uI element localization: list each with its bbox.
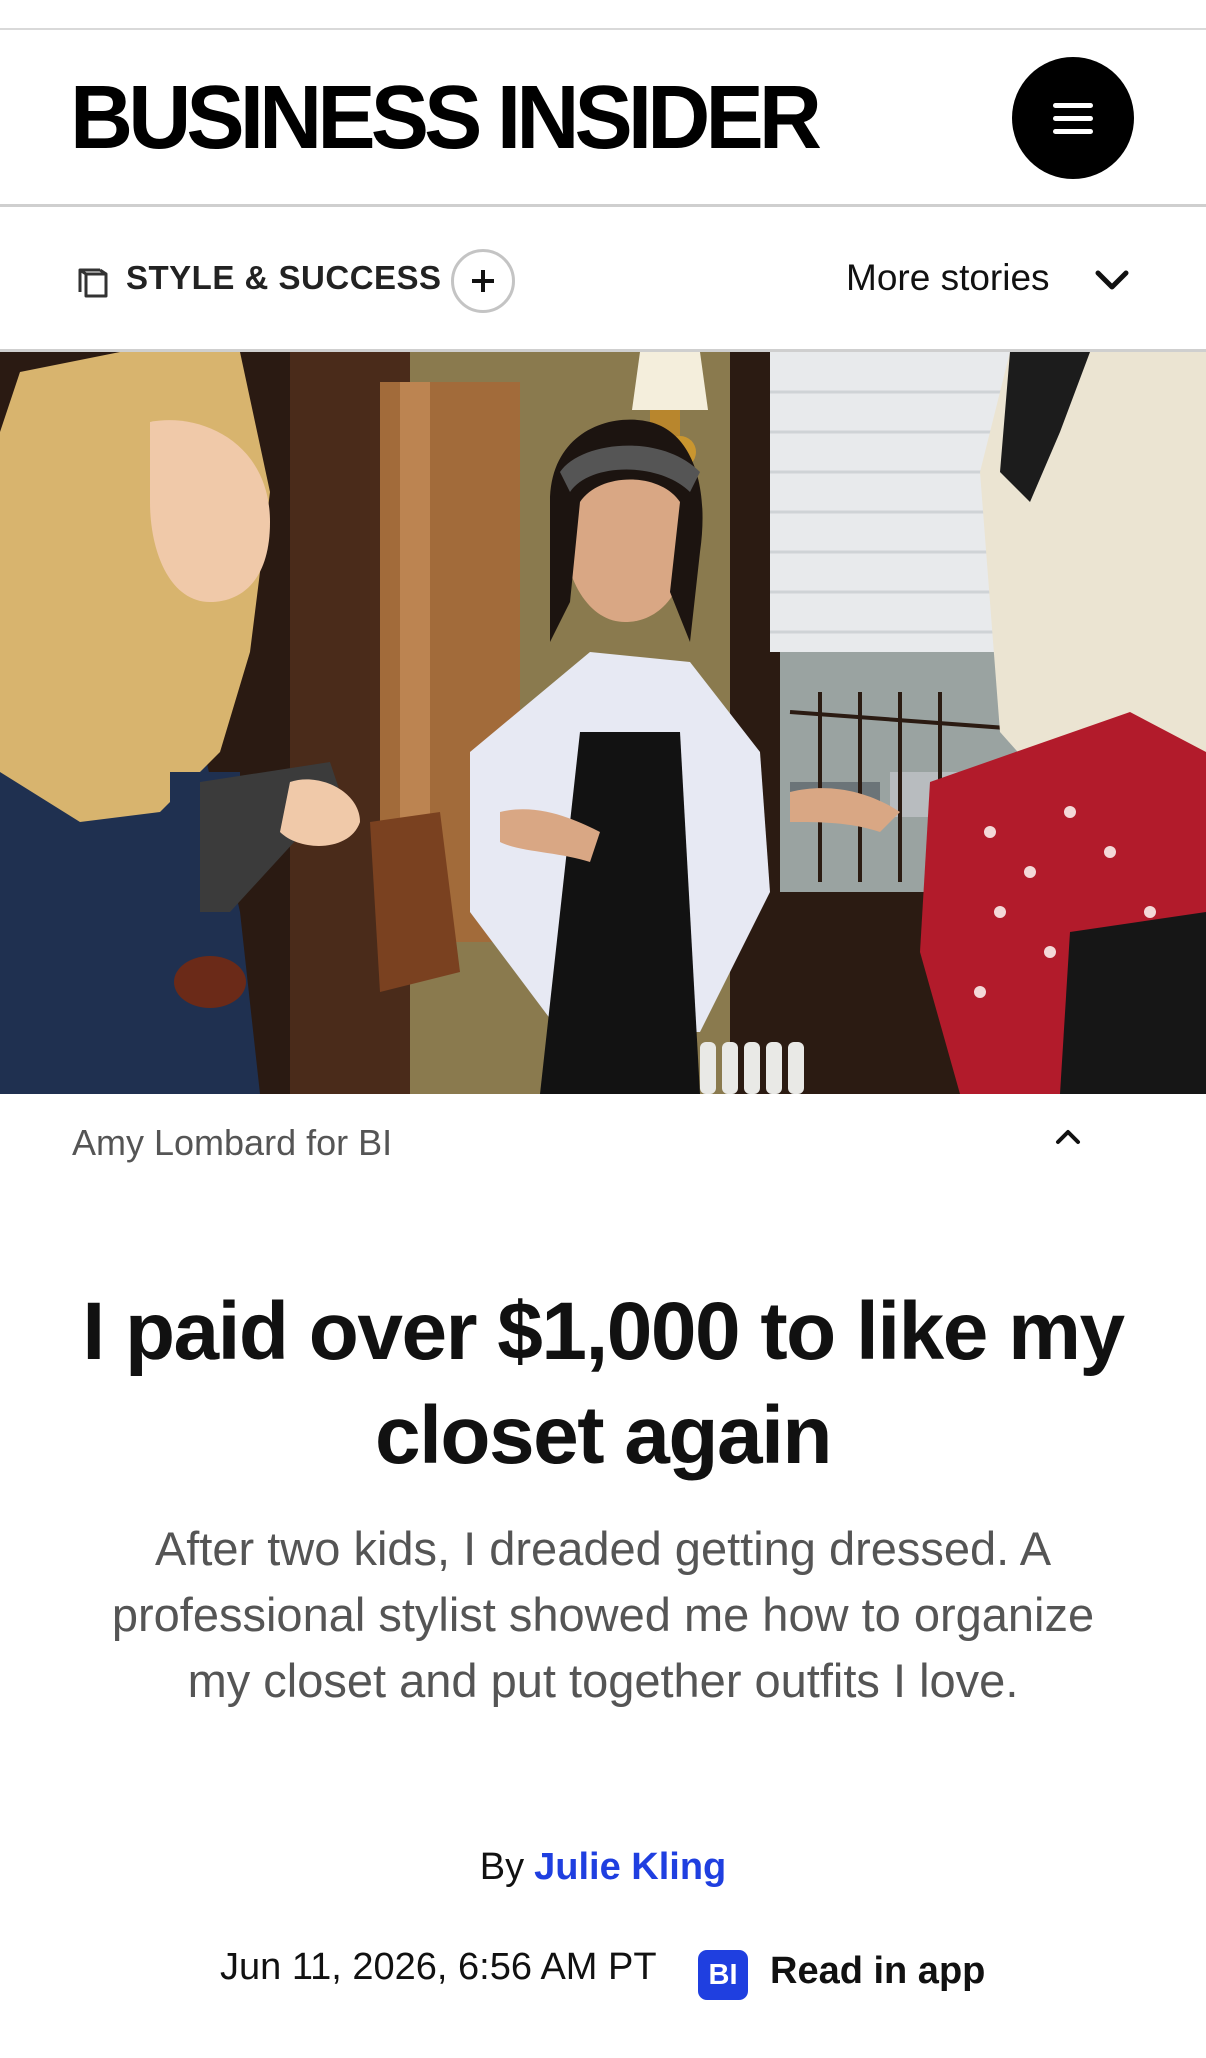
site-header: BUSINESS INSIDER [0,30,1206,206]
article-headline: I paid over $1,000 to like my closet aga… [82,1286,1125,1481]
section-bar: STYLE & SUCCESS More stories [0,207,1206,351]
follow-section-button[interactable] [451,249,515,313]
chevron-down-icon[interactable] [1092,267,1132,295]
section-label[interactable]: STYLE & SUCCESS [126,259,442,297]
layers-icon [78,268,108,298]
photo-credit: Amy Lombard for BI [72,1122,393,1163]
byline-prefix: By [479,1846,525,1888]
article-dek: After two kids, I dreaded getting dresse… [111,1522,1095,1707]
photo-caption: Amy Lombard for BI [0,1094,1134,1163]
read-in-app-link[interactable]: Read in app [770,1950,985,1993]
chevron-up-icon[interactable] [1048,1116,1088,1156]
more-stories-button[interactable]: More stories [846,257,1050,301]
publish-date: Jun 11, 2026, 6:56 AM PT [220,1946,657,1988]
hero-photo-illustration [0,352,1206,1094]
business-insider-logo[interactable]: BUSINESS INSIDER [70,70,822,166]
menu-button[interactable] [1012,57,1134,179]
byline: By Julie Kling [0,1846,1206,1889]
hero-photo [0,352,1206,1094]
bi-app-icon[interactable]: BI [698,1950,748,2000]
author-link[interactable]: Julie Kling [534,1846,726,1888]
